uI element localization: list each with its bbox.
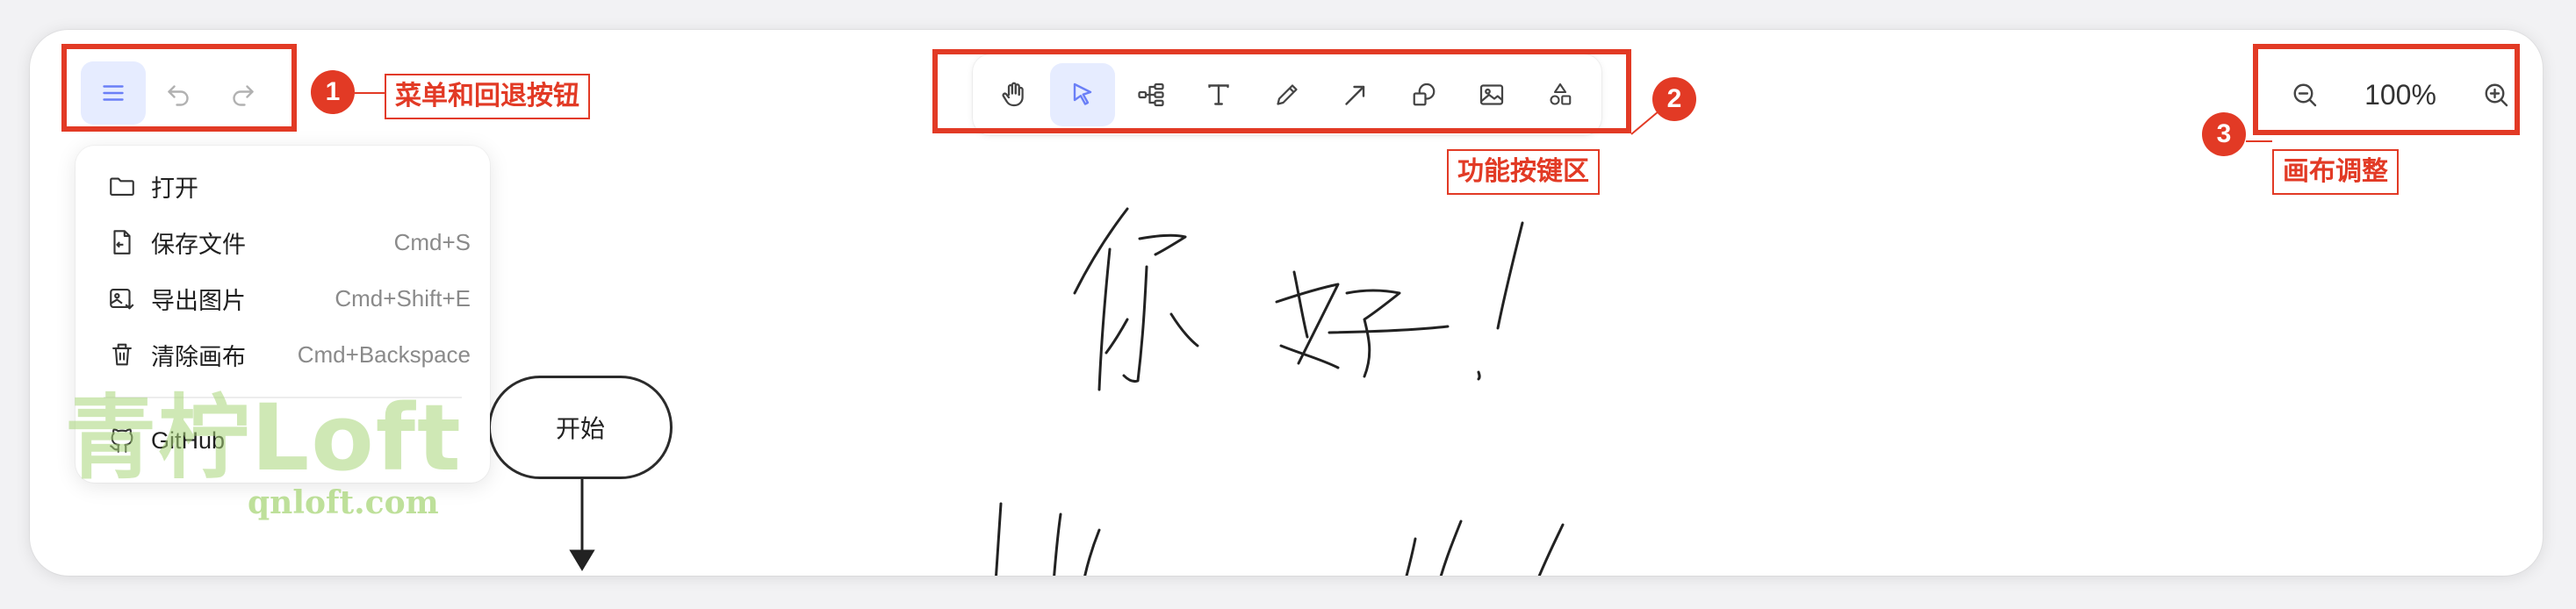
flow-start-node[interactable]: 开始 (488, 376, 673, 479)
menu-item-export-image[interactable]: 导出图片 Cmd+Shift+E (95, 270, 471, 326)
menu-item-label: 保存文件 (151, 231, 246, 258)
main-menu: 打开 保存文件 Cmd+S 导出图片 Cmd+Shift+E 清除画布 Cmd+… (76, 146, 490, 483)
annotation-label-2: 功能按键区 (1447, 149, 1600, 195)
handwriting-strokes-lower[interactable] (995, 502, 1565, 576)
menu-item-clear-canvas[interactable]: 清除画布 Cmd+Backspace (95, 326, 471, 383)
menu-divider (104, 397, 462, 398)
export-image-icon (110, 289, 134, 310)
menu-item-shortcut: Cmd+S (393, 228, 471, 255)
flow-arrow[interactable] (569, 479, 595, 571)
menu-item-label: 清除画布 (151, 343, 246, 370)
menu-item-label: 导出图片 (151, 287, 246, 314)
annotation-line-3 (2246, 140, 2272, 142)
handwriting-strokes[interactable] (1073, 207, 1524, 391)
menu-item-label: 打开 (151, 175, 198, 202)
annotation-badge-1: 1 (311, 70, 355, 114)
annotation-label-3: 画布调整 (2272, 149, 2399, 195)
menu-item-open[interactable]: 打开 (95, 158, 471, 214)
save-file-icon (113, 230, 131, 254)
flow-start-label: 开始 (555, 415, 605, 442)
menu-item-shortcut: Cmd+Shift+E (335, 284, 471, 312)
annotation-label-1: 菜单和回退按钮 (385, 74, 590, 119)
menu-item-save[interactable]: 保存文件 Cmd+S (95, 214, 471, 270)
annotation-line-1 (355, 92, 385, 94)
menu-item-github[interactable]: GitHub (95, 412, 471, 469)
annotation-badge-2: 2 (1652, 77, 1696, 121)
trash-icon (112, 343, 132, 366)
menu-item-shortcut: Cmd+Backspace (297, 340, 471, 368)
folder-icon (110, 177, 134, 196)
github-icon (110, 428, 133, 453)
menu-item-label: GitHub (151, 426, 226, 454)
annotation-badge-3: 3 (2202, 112, 2246, 156)
